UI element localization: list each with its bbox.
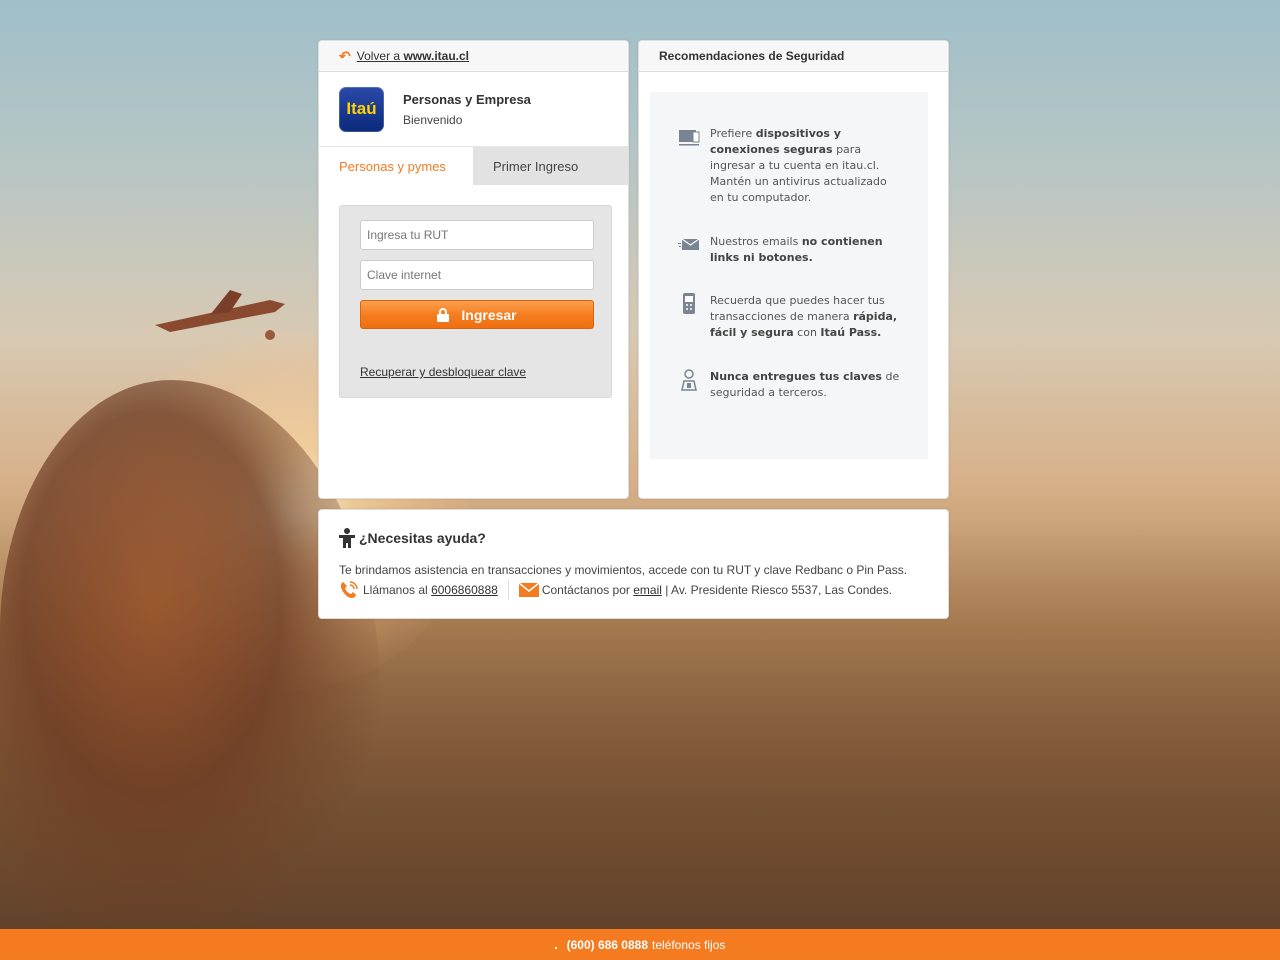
login-button-label: Ingresar: [461, 306, 517, 323]
back-to-site-link[interactable]: Volver a www.itau.cl: [357, 49, 469, 63]
rut-input[interactable]: [360, 220, 594, 250]
toy-airplane-icon: [155, 290, 285, 340]
person-key-icon: [681, 369, 697, 391]
help-description: Te brindamos asistencia en transacciones…: [339, 563, 908, 577]
login-tabs: Personas y pymes Primer Ingreso: [319, 147, 628, 185]
help-title: ¿Necesitas ayuda?: [359, 530, 486, 546]
recover-password-link[interactable]: Recuperar y desbloquear clave: [360, 365, 526, 379]
contact-prefix: Contáctanos por: [541, 583, 630, 597]
security-tip: Nuestros emails no contienen links ni bo…: [678, 234, 928, 266]
phone-link[interactable]: 6006860888: [431, 583, 498, 597]
envelope-icon: [518, 583, 539, 597]
call-prefix: Llámanos al: [363, 583, 428, 597]
lock-icon: [437, 307, 450, 322]
welcome-text: Bienvenido: [403, 112, 463, 127]
email-icon: [678, 238, 700, 250]
help-heading: ¿Necesitas ayuda?: [339, 528, 486, 548]
security-title: Recomendaciones de Seguridad: [639, 41, 948, 72]
security-tip-segment: Prefiere: [710, 127, 756, 140]
security-tip: Prefiere dispositivos y conexiones segur…: [678, 126, 928, 206]
help-panel: ¿Necesitas ayuda? Te brindamos asistenci…: [318, 509, 949, 619]
login-form: Ingresar Recuperar y desbloquear clave: [339, 205, 612, 398]
back-arrow-icon: ↶: [339, 47, 351, 64]
help-person-icon: [339, 528, 355, 548]
divider: [507, 580, 509, 600]
security-tip-segment: Nuestros emails: [710, 235, 802, 248]
security-tips: Prefiere dispositivos y conexiones segur…: [650, 92, 928, 459]
security-tip-text: Recuerda que puedes hacer tus transaccio…: [710, 293, 900, 341]
devices-icon: [679, 130, 700, 146]
footer-label: teléfonos fijos: [652, 937, 726, 952]
brand-title: Personas y Empresa: [403, 91, 531, 107]
security-tip-segment: Nunca entregues tus claves: [710, 370, 882, 383]
security-tip: Recuerda que puedes hacer tus transaccio…: [678, 293, 928, 341]
footer-phone: (600) 686 0888: [566, 937, 648, 952]
security-tip-text: Prefiere dispositivos y conexiones segur…: [710, 126, 900, 206]
back-bar: ↶ Volver a www.itau.cl: [319, 41, 628, 72]
phone-icon: [683, 293, 695, 314]
footer-dot: [554, 946, 557, 949]
tab-primer-ingreso[interactable]: Primer Ingreso: [473, 147, 628, 185]
itau-logo: Itaú: [339, 86, 384, 132]
security-tip-text: Nunca entregues tus claves de seguridad …: [710, 369, 900, 401]
security-tip-segment: Itaú Pass.: [820, 326, 882, 339]
security-tip-segment: con: [793, 326, 821, 339]
security-tip: Nunca entregues tus claves de seguridad …: [678, 369, 928, 401]
login-button[interactable]: Ingresar: [360, 300, 594, 329]
phone-call-icon: [340, 581, 358, 598]
email-link[interactable]: email: [633, 583, 662, 597]
login-panel: ↶ Volver a www.itau.cl Itaú Personas y E…: [318, 40, 629, 499]
help-contacts: Llámanos al 6006860888 Contáctanos por e…: [339, 580, 892, 600]
brand-header: Itaú Personas y Empresa Bienvenido: [319, 72, 628, 147]
footer-bar: (600) 686 0888 teléfonos fijos: [0, 929, 1280, 960]
password-input[interactable]: [360, 260, 594, 290]
security-tip-text: Nuestros emails no contienen links ni bo…: [710, 234, 900, 266]
tab-personas-pymes[interactable]: Personas y pymes: [319, 147, 473, 185]
security-panel: Recomendaciones de Seguridad Prefiere di…: [638, 40, 949, 499]
address-text: | Av. Presidente Riesco 5537, Las Condes…: [665, 583, 893, 597]
